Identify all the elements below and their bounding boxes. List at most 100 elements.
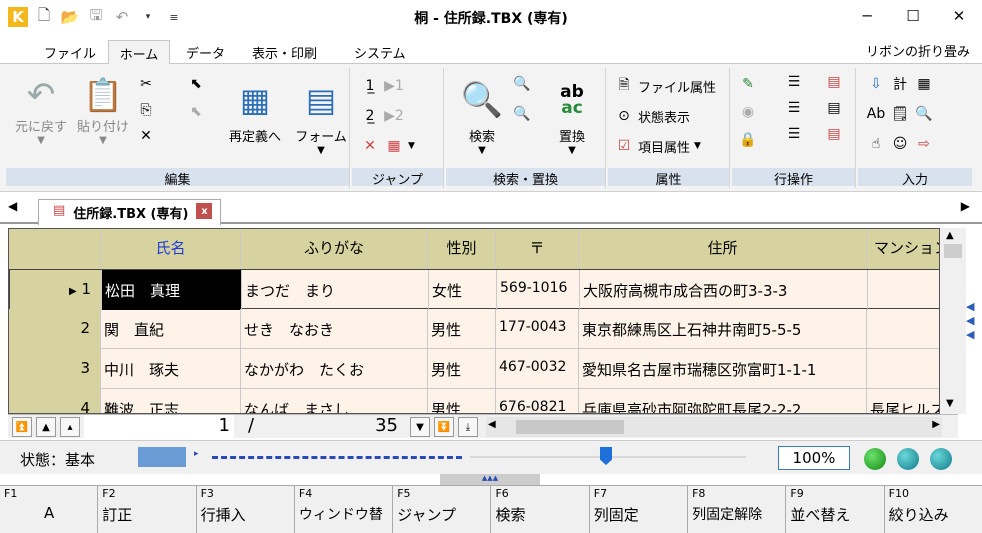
input-calc-icon[interactable]: 計 — [890, 74, 910, 94]
cell-address[interactable]: 大阪府高槻市成合西の町3-3-3 — [580, 270, 868, 310]
cell-name[interactable]: 難波 正志 — [101, 389, 241, 413]
nav-last-icon[interactable]: ⤓ — [458, 417, 478, 437]
zoom-slider-thumb[interactable] — [600, 447, 612, 465]
item-attr-button[interactable]: ☑ 項目属性 ▼ — [614, 136, 701, 156]
mark-list-dropdown-icon[interactable]: ▼ — [408, 141, 415, 151]
goto-mark2-icon[interactable]: ▶2 — [384, 106, 404, 126]
cell-name[interactable]: 関 直紀 — [101, 309, 241, 349]
column-header-kana[interactable]: ふりがな — [241, 229, 428, 269]
tab-system[interactable]: システム — [354, 40, 406, 64]
row-insert-above-icon[interactable]: ☰ — [784, 72, 804, 92]
edit-pencil-icon[interactable]: ✎ — [738, 74, 758, 94]
jump-mark2-icon[interactable]: 2̲ — [360, 106, 380, 126]
scroll-thumb[interactable] — [944, 244, 962, 258]
column-header-mansion[interactable]: マンション — [867, 229, 939, 269]
tab-scroll-left-icon[interactable]: ◀ — [8, 199, 17, 213]
fkey-f4[interactable]: F4 ウィンドウ替 — [295, 486, 394, 533]
cell-address[interactable]: 愛知県名古屋市瑞穂区弥富町1-1-1 — [579, 349, 867, 389]
scroll-down-icon[interactable]: ▼ — [946, 398, 954, 409]
tab-scroll-right-icon[interactable]: ▶ — [961, 199, 970, 213]
cell-zip[interactable]: 177-0043 — [496, 309, 579, 349]
table-row[interactable]: 2 関 直紀 せき なおき 男性 177-0043 東京都練馬区上石神井南町5-… — [9, 309, 939, 349]
undo-icon[interactable]: ↶ — [112, 6, 132, 28]
fkey-f6[interactable]: F6 検索 — [491, 486, 590, 533]
hscroll-right-icon[interactable]: ▶ — [932, 419, 940, 430]
split-handle-horizontal-icon[interactable]: ▲▲▲ — [440, 474, 540, 485]
dropdown-arrow-icon[interactable]: ▾ — [138, 6, 158, 28]
save-icon[interactable]: 🖫 — [86, 6, 106, 28]
table-row[interactable]: 3 中川 琢夫 なかがわ たくお 男性 467-0032 愛知県名古屋市瑞穂区弥… — [9, 349, 939, 389]
current-record-field[interactable]: 1 — [84, 415, 234, 439]
input-memo-icon[interactable]: 🗒 — [890, 104, 910, 124]
cell-kana[interactable]: せき なおき — [241, 309, 428, 349]
fkey-f10[interactable]: F10 絞り込み — [885, 486, 982, 533]
nav-prev-page-icon[interactable]: ▲ — [36, 417, 56, 437]
fkey-f5[interactable]: F5 ジャンプ — [393, 486, 492, 533]
cell-mansion[interactable] — [867, 349, 939, 389]
nav-prev-icon[interactable]: ▴ — [60, 417, 80, 437]
fkey-f7[interactable]: F7 列固定 — [590, 486, 689, 533]
ribbon-minimize-link[interactable]: リボンの折り畳み — [866, 41, 970, 60]
cell-mansion[interactable]: 長尾ヒルズ — [867, 389, 939, 413]
cell-kana[interactable]: なかがわ たくお — [241, 349, 428, 389]
row-insert-icon[interactable]: ☰ — [784, 98, 804, 118]
row-append-icon[interactable]: ☰ — [784, 124, 804, 144]
file-attr-button[interactable]: 🗎 ファイル属性 — [614, 76, 716, 96]
cell-sex[interactable]: 男性 — [428, 309, 496, 349]
row-copy-icon[interactable]: ▤ — [824, 72, 844, 92]
document-tab[interactable]: ▤ 住所録.TBX (専有) x — [38, 199, 222, 225]
goto-mark1-icon[interactable]: ▶1 — [384, 76, 404, 96]
app-logo-icon[interactable]: K — [8, 7, 28, 27]
status-display-button[interactable]: ⊙ 状態表示 — [614, 106, 690, 126]
select-cursor-icon[interactable]: ⬉ — [186, 74, 206, 94]
vertical-scrollbar[interactable]: ▲ ▼ — [940, 228, 966, 414]
fkey-f2[interactable]: F2 訂正 — [98, 486, 197, 533]
row-delete-icon[interactable]: ▤ — [824, 124, 844, 144]
input-down-icon[interactable]: ⇩ — [866, 74, 886, 94]
column-header-name[interactable]: 氏名 — [101, 229, 241, 269]
column-header-sex[interactable]: 性別 — [428, 229, 496, 269]
horizontal-scrollbar[interactable]: ◀ ▶ — [486, 417, 942, 437]
cut-icon[interactable]: ✂ — [136, 74, 156, 94]
row-move-icon[interactable]: ▤ — [824, 98, 844, 118]
input-grid-icon[interactable]: ▦ — [914, 74, 934, 94]
search-button[interactable]: 🔍 検索 ▼ — [452, 74, 512, 156]
hscroll-left-icon[interactable]: ◀ — [488, 419, 496, 430]
tab-view-print[interactable]: 表示・印刷 — [252, 40, 317, 64]
input-export-icon[interactable]: ⇨ — [914, 134, 934, 154]
customize-qat-icon[interactable]: ≡ — [164, 6, 184, 28]
input-search-icon[interactable]: 🔍 — [914, 104, 934, 124]
close-button[interactable]: ✕ — [936, 0, 982, 32]
form-button[interactable]: ▤ フォーム ▼ — [292, 74, 350, 156]
cell-name[interactable]: 松田 真理 — [102, 270, 242, 310]
select-cursor-2-icon[interactable]: ⬉ — [186, 102, 206, 122]
nav-first-icon[interactable]: ⏫ — [12, 417, 32, 437]
jump-mark1-icon[interactable]: 1̲ — [360, 76, 380, 96]
clear-mark-icon[interactable]: ✕ — [360, 136, 380, 156]
undo-button[interactable]: ↶ 元に戻す ▼ — [10, 74, 72, 146]
scroll-up-icon[interactable]: ▲ — [946, 230, 954, 241]
redefine-button[interactable]: ▦ 再定義へ — [220, 74, 290, 145]
fkey-f8[interactable]: F8 列固定解除 — [688, 486, 787, 533]
column-header-address[interactable]: 住所 — [579, 229, 867, 269]
table-row[interactable]: 4 難波 正志 なんば まさし 男性 676-0821 兵庫県高砂市阿弥陀町長尾… — [9, 389, 939, 413]
delete-x-icon[interactable]: ✕ — [136, 126, 156, 146]
document-tab-close-button[interactable]: x — [196, 203, 213, 219]
nav-next-page-icon[interactable]: ⏬ — [434, 417, 454, 437]
cell-kana[interactable]: なんば まさし — [241, 389, 428, 413]
tab-data[interactable]: データ — [186, 40, 225, 64]
cell-zip[interactable]: 676-0821 — [496, 389, 579, 413]
cell-zip[interactable]: 569-1016 — [497, 270, 580, 310]
fkey-f1[interactable]: F1 A — [0, 486, 99, 533]
zoom-level-box[interactable]: 100% — [778, 446, 850, 470]
cell-zip[interactable]: 467-0032 — [496, 349, 579, 389]
cell-sex[interactable]: 男性 — [428, 349, 496, 389]
cell-mansion[interactable] — [867, 309, 939, 349]
replace-button[interactable]: ab ac 置換 ▼ — [542, 74, 602, 157]
search-next-icon[interactable]: 🔍 — [512, 104, 532, 124]
cell-sex[interactable]: 女性 — [429, 270, 497, 310]
new-file-icon[interactable]: 🗋 — [34, 6, 54, 28]
copy-icon[interactable]: ⎘ — [136, 100, 156, 120]
nav-next-icon[interactable]: ▼ — [410, 417, 430, 437]
lock-icon[interactable]: 🔒 — [738, 130, 758, 150]
